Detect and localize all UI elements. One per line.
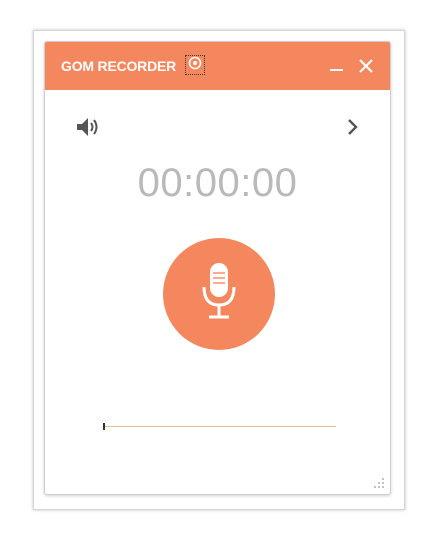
minimize-button[interactable] bbox=[327, 56, 347, 76]
app-title: GOM RECORDER bbox=[61, 58, 177, 74]
microphone-icon bbox=[199, 261, 239, 328]
minimize-icon bbox=[327, 63, 347, 80]
resize-grip-icon bbox=[373, 476, 385, 493]
chevron-right-icon bbox=[343, 119, 363, 142]
gear-icon bbox=[188, 56, 202, 75]
title-bar[interactable]: GOM RECORDER bbox=[45, 42, 390, 90]
elapsed-timer: 00:00:00 bbox=[137, 161, 298, 205]
slider-handle[interactable] bbox=[103, 423, 105, 430]
record-button[interactable] bbox=[163, 238, 275, 350]
settings-button[interactable] bbox=[185, 55, 205, 75]
resize-grip[interactable] bbox=[373, 476, 385, 488]
close-icon bbox=[356, 59, 376, 80]
playback-slider[interactable] bbox=[103, 420, 336, 432]
slider-track bbox=[103, 426, 336, 427]
expand-button[interactable] bbox=[343, 116, 363, 138]
recorder-window: GOM RECORDER 00:00:00 bbox=[44, 41, 391, 495]
volume-button[interactable] bbox=[75, 115, 101, 139]
close-button[interactable] bbox=[356, 56, 376, 76]
speaker-icon bbox=[75, 118, 101, 143]
